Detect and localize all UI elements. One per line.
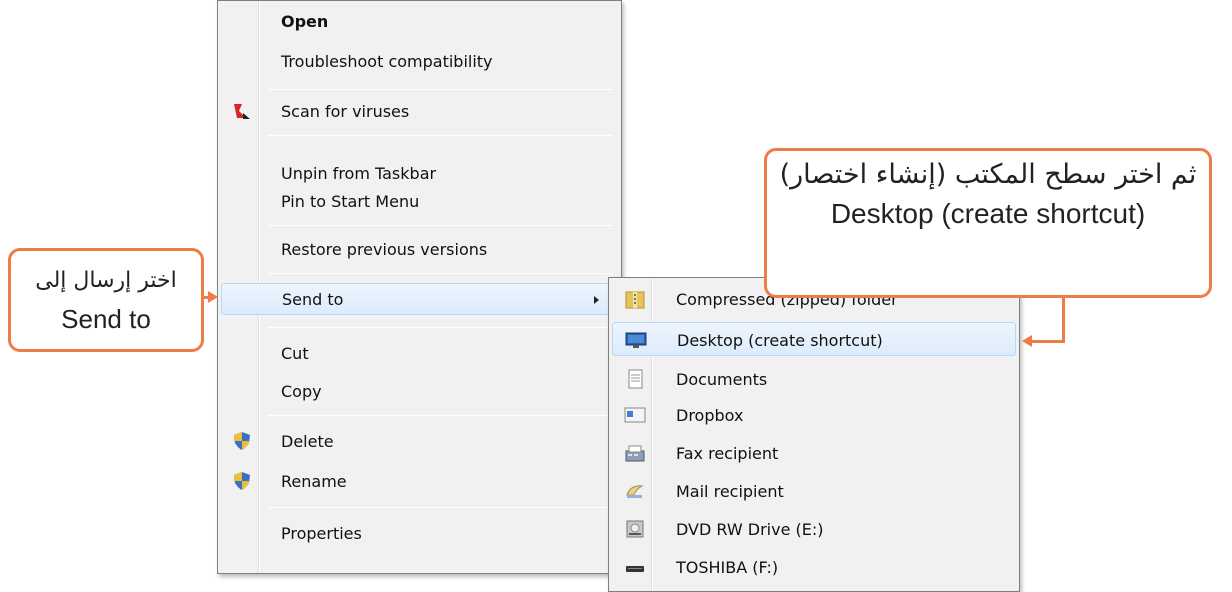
submenu-item-dvd-rw-drive[interactable]: DVD RW Drive (E:) [612, 512, 1016, 546]
menu-item-label: Troubleshoot compatibility [281, 51, 493, 71]
menu-separator [268, 507, 613, 508]
menu-item-cut[interactable]: Cut [221, 337, 618, 369]
dvd-drive-icon [624, 519, 646, 539]
menu-item-label: Copy [281, 381, 322, 401]
menu-item-scan-for-viruses[interactable]: Scan for viruses [221, 95, 618, 127]
menu-item-label: Scan for viruses [281, 101, 410, 121]
submenu-item-mail-recipient[interactable]: Mail recipient [612, 474, 1016, 508]
usb-drive-icon [624, 557, 646, 577]
menu-item-delete[interactable]: Delete [221, 425, 618, 457]
uac-shield-icon [232, 431, 252, 451]
submenu-item-documents[interactable]: Documents [612, 362, 1016, 396]
menu-item-troubleshoot-compatibility[interactable]: Troubleshoot compatibility [221, 45, 618, 77]
menu-item-label: Delete [281, 431, 334, 451]
submenu-item-label: Dropbox [676, 406, 744, 425]
submenu-item-desktop-create-shortcut[interactable]: Desktop (create shortcut) [612, 322, 1016, 356]
submenu-arrow-icon [594, 296, 599, 304]
submenu-item-fax-recipient[interactable]: Fax recipient [612, 436, 1016, 470]
callout-arabic-text: اختر إرسال إلى [35, 268, 177, 293]
submenu-item-label: Desktop (create shortcut) [677, 331, 883, 350]
menu-item-label: Restore previous versions [281, 239, 488, 259]
desktop-icon [625, 330, 647, 350]
mail-icon [624, 481, 646, 501]
zip-folder-icon [624, 289, 646, 309]
fax-icon [624, 443, 646, 463]
menu-separator [268, 135, 613, 136]
menu-item-send-to[interactable]: Send to [221, 283, 618, 315]
menu-item-label: Properties [281, 523, 362, 543]
desktop-shortcut-callout: ثم اختر سطح المكتب (إنشاء اختصار) Deskto… [764, 148, 1212, 298]
callout-arrow-icon [208, 291, 218, 303]
kaspersky-icon [232, 101, 252, 121]
menu-item-label: Pin to Start Menu [281, 191, 420, 211]
menu-item-label: Unpin from Taskbar [281, 163, 437, 183]
uac-shield-icon [232, 471, 252, 491]
menu-item-label: Send to [282, 289, 344, 309]
submenu-item-label: DVD RW Drive (E:) [676, 520, 824, 539]
menu-item-rename[interactable]: Rename [221, 465, 618, 497]
menu-item-copy[interactable]: Copy [221, 375, 618, 407]
menu-separator [268, 225, 613, 226]
submenu-item-label: TOSHIBA (F:) [676, 558, 779, 577]
submenu-item-label: Mail recipient [676, 482, 784, 501]
submenu-item-label: Fax recipient [676, 444, 779, 463]
callout-arabic-text: ثم اختر سطح المكتب (إنشاء اختصار) [779, 159, 1197, 190]
submenu-item-dropbox[interactable]: Dropbox [612, 398, 1016, 432]
callout-english-text: Desktop (create shortcut) [830, 198, 1146, 229]
menu-item-label: Rename [281, 471, 347, 491]
callout-arrow-icon [1022, 335, 1032, 347]
menu-item-pin-to-start-menu[interactable]: Pin to Start Menu [221, 185, 618, 217]
menu-separator [268, 327, 613, 328]
menu-item-label: Cut [281, 343, 309, 363]
dropbox-icon [624, 405, 646, 425]
documents-icon [624, 369, 646, 389]
context-menu: Open Troubleshoot compatibility Scan for… [217, 0, 622, 574]
menu-separator [268, 273, 613, 274]
send-to-submenu: Compressed (zipped) folder Desktop (crea… [608, 277, 1020, 592]
callout-connector [1032, 340, 1065, 343]
callout-connector [1062, 298, 1065, 342]
menu-separator [268, 415, 613, 416]
send-to-callout: اختر إرسال إلى Send to [8, 248, 204, 352]
menu-item-open[interactable]: Open [221, 5, 618, 37]
callout-english-text: Send to [61, 304, 151, 334]
submenu-item-label: Documents [676, 370, 768, 389]
menu-item-label: Open [281, 11, 329, 31]
menu-separator [268, 89, 613, 90]
menu-item-restore-previous-versions[interactable]: Restore previous versions [221, 233, 618, 265]
menu-item-properties[interactable]: Properties [221, 517, 618, 549]
submenu-item-toshiba-drive[interactable]: TOSHIBA (F:) [612, 550, 1016, 584]
